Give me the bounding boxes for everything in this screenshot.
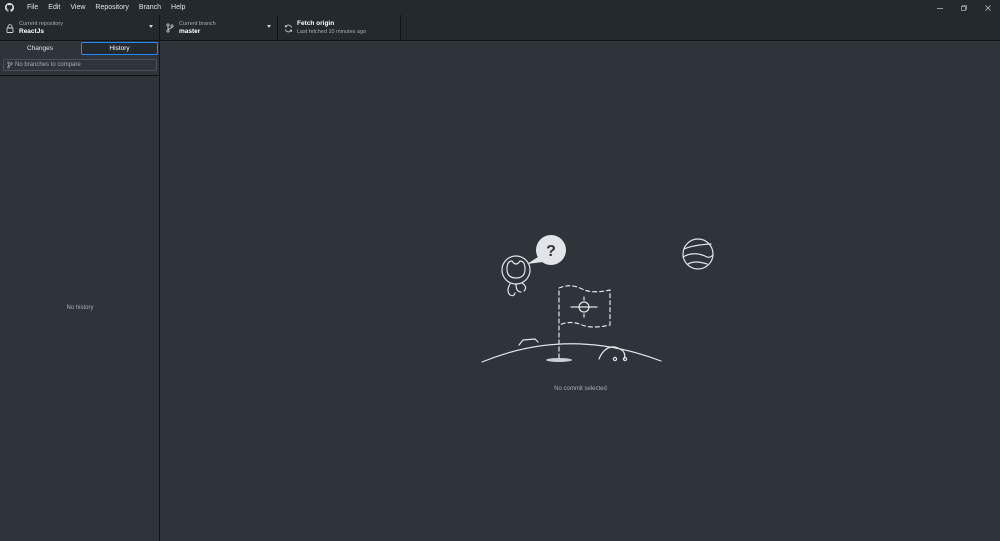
fetch-subtitle: Last fetched 10 minutes ago [297, 29, 367, 35]
tab-history[interactable]: History [81, 42, 158, 55]
menu-edit[interactable]: Edit [43, 0, 65, 15]
title-bar: File Edit View Repository Branch Help [0, 0, 1000, 15]
repository-name: ReactJs [19, 28, 44, 35]
no-commit-message: No commit selected [554, 386, 607, 392]
github-logo-icon [0, 0, 18, 15]
branch-name: master [179, 28, 201, 35]
menu-file[interactable]: File [22, 0, 43, 15]
fetch-title: Fetch origin [297, 20, 335, 27]
menu-repository[interactable]: Repository [90, 0, 133, 15]
repository-selector[interactable]: Current repository ReactJs [0, 15, 160, 41]
restore-icon [961, 4, 967, 11]
menu-branch[interactable]: Branch [134, 0, 166, 15]
tab-changes[interactable]: Changes [1, 42, 79, 55]
chevron-down-icon [267, 25, 271, 28]
chevron-down-icon [149, 25, 153, 28]
close-icon [985, 4, 991, 11]
minimize-icon [937, 7, 943, 9]
sidebar-tabs: Changes History [0, 41, 159, 56]
branch-label: Current branch [179, 21, 216, 27]
sync-icon [279, 24, 297, 33]
main-panel: ? No commit selected [161, 41, 1000, 541]
no-history-message: No history [66, 305, 94, 311]
compare-placeholder: No branches to compare [15, 62, 81, 68]
sidebar: Changes History No branches to compare N… [0, 41, 160, 541]
toolbar: Current repository ReactJs Current branc… [0, 15, 1000, 41]
git-branch-icon [161, 23, 179, 33]
window-controls [928, 0, 1000, 15]
minimize-button[interactable] [928, 0, 952, 15]
empty-state-illustration: ? [479, 231, 719, 376]
compare-branch-input[interactable]: No branches to compare [3, 59, 157, 71]
compare-bar: No branches to compare [0, 56, 160, 76]
fetch-origin-button[interactable]: Fetch origin Last fetched 10 minutes ago [278, 15, 401, 41]
restore-button[interactable] [952, 0, 976, 15]
close-button[interactable] [976, 0, 1000, 15]
repository-label: Current repository [19, 21, 64, 27]
svg-text:?: ? [546, 243, 556, 260]
menu-view[interactable]: View [65, 0, 90, 15]
menu-help[interactable]: Help [166, 0, 190, 15]
branch-selector[interactable]: Current branch master [160, 15, 278, 41]
lock-icon [1, 23, 19, 33]
git-branch-icon [5, 61, 15, 69]
